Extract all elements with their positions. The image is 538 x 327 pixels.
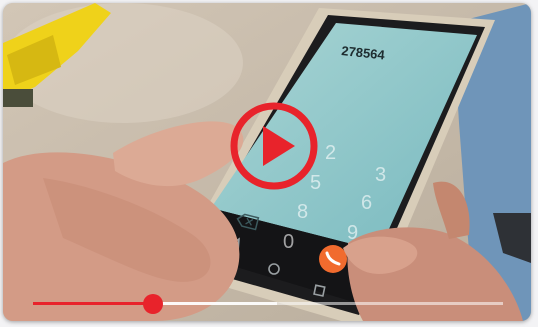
phone-call-icon[interactable] (319, 245, 347, 273)
played-bar (33, 302, 153, 305)
key-8[interactable]: 8 (297, 201, 308, 223)
key-3[interactable]: 3 (375, 164, 386, 186)
key-6[interactable]: 6 (361, 192, 372, 214)
progress-scrubber[interactable] (33, 294, 503, 314)
play-button[interactable] (229, 101, 319, 191)
key-2[interactable]: 2 (325, 142, 336, 164)
video-player[interactable]: 278564 2 5 8 0 3 6 9 (3, 3, 531, 321)
play-icon (263, 126, 295, 166)
scrubber-handle[interactable] (142, 294, 163, 314)
key-0[interactable]: 0 (283, 231, 294, 253)
